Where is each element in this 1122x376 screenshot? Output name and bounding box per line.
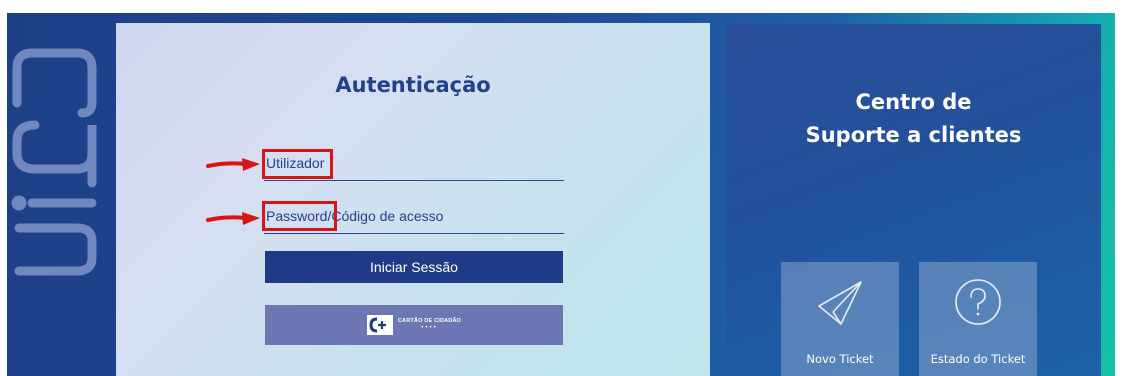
support-title-line2: Suporte a clientes (805, 123, 1022, 147)
login-panel: Autenticação Utilizador Password/Código … (116, 23, 710, 376)
citizen-card-dots: •••• (421, 324, 438, 331)
citizen-card-content: CARTÃO DE CIDADÃO •••• (366, 315, 461, 335)
username-highlight-box (262, 149, 333, 179)
new-ticket-label: Novo Ticket (806, 352, 874, 366)
paper-plane-icon (818, 281, 862, 325)
username-arrow-icon (206, 158, 260, 171)
citizen-card-button[interactable]: CARTÃO DE CIDADÃO •••• (265, 305, 563, 345)
siga-logo (7, 13, 115, 376)
password-arrow-icon (206, 212, 260, 225)
support-title: Centro de Suporte a clientes (726, 86, 1101, 152)
citizen-card-text: CARTÃO DE CIDADÃO •••• (398, 319, 461, 331)
siga-logo-graphic (11, 48, 97, 276)
new-ticket-tile[interactable]: Novo Ticket (781, 262, 899, 376)
login-title: Autenticação (335, 73, 491, 97)
question-circle-icon (955, 279, 1001, 325)
support-panel: Centro de Suporte a clientes Novo Ticket… (726, 24, 1101, 376)
support-title-line1: Centro de (855, 90, 972, 114)
login-button[interactable]: Iniciar Sessão (265, 251, 563, 283)
ticket-status-tile[interactable]: Estado do Ticket (919, 262, 1037, 376)
password-highlight-box (262, 201, 337, 231)
citizen-card-logo-icon (366, 315, 393, 335)
page-background: Autenticação Utilizador Password/Código … (7, 13, 1115, 376)
ticket-status-label: Estado do Ticket (930, 352, 1026, 366)
